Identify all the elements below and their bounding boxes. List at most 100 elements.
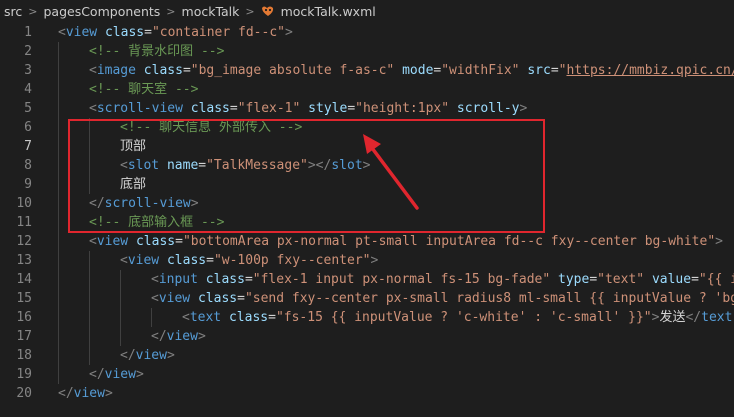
code-line[interactable]: 13 <view class="w-100p fxy--center"> [0, 251, 734, 270]
line-number: 4 [24, 82, 32, 97]
code-line[interactable]: 1 <view class="container fd--c"> [0, 23, 734, 42]
code-token: = [237, 291, 245, 306]
code-token: "container fd--c" [151, 25, 285, 40]
code-content: </view> [151, 327, 206, 346]
chevron-right-icon: > [245, 4, 255, 18]
line-number: 12 [16, 234, 32, 249]
line-number: 3 [24, 63, 32, 78]
code-token: 底部 [120, 177, 147, 192]
code-line[interactable]: 14 <input class="flex-1 input px-normal f… [0, 270, 734, 289]
breadcrumb-item-mocktalk[interactable]: mockTalk [182, 4, 240, 19]
code-token: scroll-view [104, 196, 191, 211]
code-line[interactable]: 18 </view> [0, 346, 734, 365]
code-line[interactable]: 16 <text class="fs-15 {{ inputValue ? 'c-… [0, 308, 734, 327]
code-token: = [182, 63, 191, 78]
code-line[interactable]: 11 <!-- 底部输入框 --> [0, 213, 734, 232]
code-token: > [715, 234, 723, 249]
line-number: 10 [16, 196, 32, 211]
code-token: </ [120, 348, 136, 363]
code-token: view [135, 348, 167, 363]
code-token: </ [685, 310, 702, 325]
code-line[interactable]: 10 </scroll-view> [0, 194, 734, 213]
code-token: "bottomArea px-normal pt-small inputArea… [182, 234, 716, 249]
code-token: style [308, 101, 348, 116]
code-token: ></ [307, 158, 332, 173]
code-token: view [73, 386, 105, 401]
code-token: > [370, 253, 379, 268]
code-token: image [96, 63, 136, 78]
line-number: 6 [24, 120, 32, 135]
code-token: = [244, 272, 253, 287]
code-content: </view> [89, 365, 144, 384]
code-line[interactable]: 7 顶部 [0, 137, 734, 156]
line-number: 18 [16, 348, 32, 363]
code-token: value [651, 272, 692, 287]
breadcrumb-item-pagescomponents[interactable]: pagesComponents [43, 4, 160, 19]
code-content: <view class="bottomArea px-normal pt-sma… [89, 232, 723, 251]
code-token: = [144, 25, 152, 40]
code-content: </scroll-view> [89, 194, 199, 213]
breadcrumb: src > pagesComponents > mockTalk > mockT… [0, 0, 734, 22]
code-token: class [143, 63, 183, 78]
line-number: 15 [16, 291, 32, 306]
code-line[interactable]: 17 </view> [0, 327, 734, 346]
code-line[interactable]: 15 <view class="send fxy--center px-small… [0, 289, 734, 308]
line-number: 7 [24, 139, 32, 154]
code-content: 底部 [120, 175, 146, 194]
code-line[interactable]: 6 <!-- 聊天信息 外部传入 --> [0, 118, 734, 137]
code-token: <!-- 底部输入框 --> [89, 215, 225, 230]
code-token: = [550, 63, 559, 78]
code-token: class [197, 291, 238, 306]
line-number: 19 [16, 367, 32, 382]
code-line[interactable]: 19 </view> [0, 365, 734, 384]
code-token: = [268, 310, 276, 325]
code-token: https://mmbiz.qpic.cn/ [566, 63, 734, 78]
code-token: view [158, 291, 191, 306]
code-token: text [701, 310, 733, 325]
code-token: = [198, 158, 207, 173]
code-editor[interactable]: 1 <view class="container fd--c"> 2 <!-- 背景水… [0, 22, 734, 417]
code-token: = [175, 234, 183, 249]
line-number: 8 [24, 158, 32, 173]
code-line[interactable]: 20 </view> [0, 384, 734, 403]
code-token: view [96, 234, 129, 249]
breadcrumb-item-src[interactable]: src [4, 4, 22, 19]
code-content: <!-- 背景水印图 --> [89, 42, 224, 61]
code-token: > [519, 101, 528, 116]
code-token: src [527, 63, 551, 78]
line-number: 14 [16, 272, 32, 287]
code-line[interactable]: 2 <!-- 背景水印图 --> [0, 42, 734, 61]
code-token: > [166, 348, 175, 363]
code-token: < [151, 272, 159, 287]
code-content: <input class="flex-1 input px-normal fs-… [151, 270, 734, 289]
code-token: = [691, 272, 699, 287]
breadcrumb-item-file[interactable]: mockTalk.wxml [281, 4, 376, 19]
code-content: </view> [58, 384, 113, 403]
code-token: "bg_image absolute f-as-c" [190, 63, 395, 78]
line-number: 11 [16, 215, 32, 230]
code-line[interactable]: 12 <view class="bottomArea px-normal pt-s… [0, 232, 734, 251]
code-line[interactable]: 8 <slot name="TalkMessage"></slot> [0, 156, 734, 175]
wxml-file-icon [261, 6, 273, 16]
code-line[interactable]: 5 <scroll-view class="flex-1" style="heig… [0, 99, 734, 118]
line-number: 2 [24, 44, 32, 59]
code-line[interactable]: 3 <image class="bg_image absolute f-as-c"… [0, 61, 734, 80]
code-line[interactable]: 4 <!-- 聊天室 --> [0, 80, 734, 99]
code-content: <slot name="TalkMessage"></slot> [120, 156, 370, 175]
code-token: </ [89, 196, 105, 211]
code-token: = [229, 101, 238, 116]
code-line[interactable]: 9 底部 [0, 175, 734, 194]
code-token: </ [151, 329, 167, 344]
code-token: "text" [597, 272, 645, 287]
code-token: class [104, 25, 145, 40]
code-token: > [190, 196, 199, 211]
line-number: 5 [24, 101, 32, 116]
